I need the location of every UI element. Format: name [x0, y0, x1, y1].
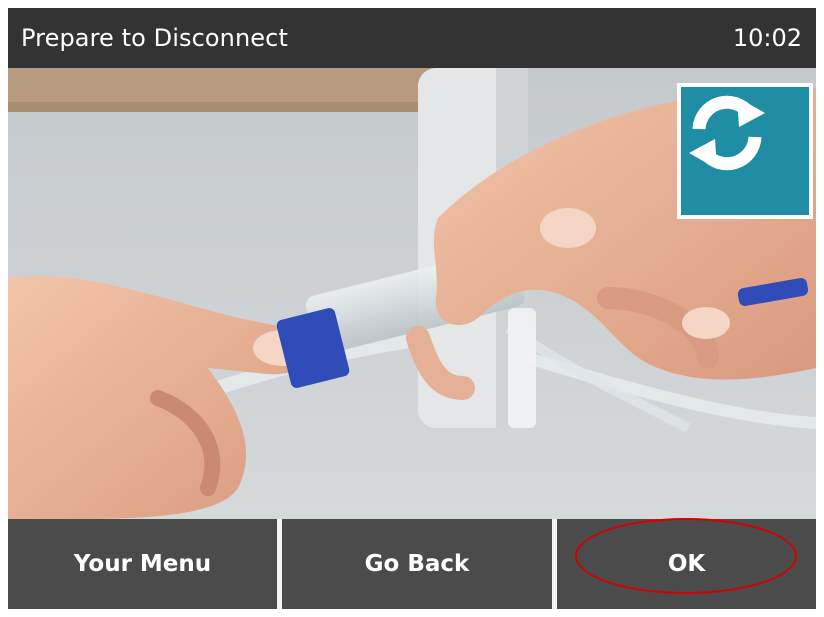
go-back-button[interactable]: Go Back [282, 519, 552, 609]
header-bar: Prepare to Disconnect 10:02 [8, 8, 816, 68]
bottom-button-bar: Your Menu Go Back OK [8, 519, 816, 609]
ok-button[interactable]: OK [557, 519, 816, 609]
replay-icon [689, 95, 765, 171]
page-title: Prepare to Disconnect [21, 24, 288, 52]
device-screen: Prepare to Disconnect 10:02 Your Menu Go… [8, 8, 816, 609]
your-menu-button[interactable]: Your Menu [8, 519, 277, 609]
replay-button[interactable] [677, 83, 813, 219]
clock: 10:02 [732, 24, 802, 52]
instruction-illustration [8, 68, 816, 519]
replay-button-face[interactable] [681, 87, 809, 215]
